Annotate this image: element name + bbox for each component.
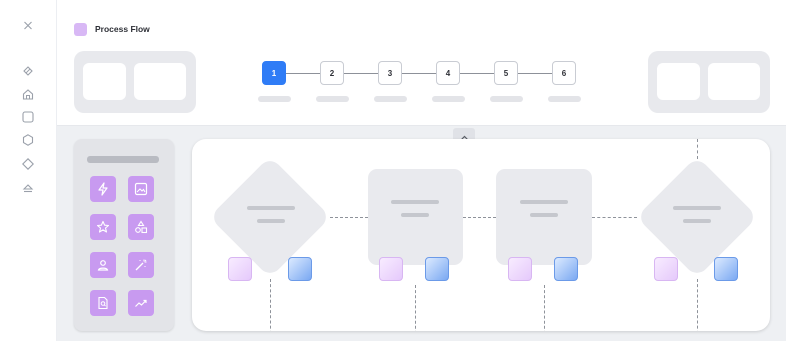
left-placeholder-group	[74, 51, 196, 113]
shape-palette	[74, 139, 174, 331]
node-label-placeholder	[401, 213, 429, 217]
step-6[interactable]: 6	[552, 61, 576, 85]
placeholder-box[interactable]	[708, 63, 760, 100]
user-icon[interactable]	[90, 252, 116, 278]
home-icon[interactable]	[22, 88, 34, 100]
node-label-placeholder	[391, 200, 439, 204]
step-label-placeholder	[316, 96, 349, 102]
input-port[interactable]	[228, 257, 252, 281]
output-port[interactable]	[554, 257, 578, 281]
connector	[592, 217, 637, 218]
placeholder-box[interactable]	[83, 63, 126, 100]
output-port[interactable]	[288, 257, 312, 281]
diamond-icon[interactable]	[22, 158, 34, 170]
output-port[interactable]	[425, 257, 449, 281]
process-node[interactable]	[368, 169, 463, 265]
step-5[interactable]: 5	[494, 61, 518, 85]
page-title: Process Flow	[95, 24, 150, 34]
step-connector	[402, 73, 436, 74]
magic-wand-icon[interactable]	[128, 252, 154, 278]
node-label-placeholder	[673, 206, 721, 210]
input-port[interactable]	[379, 257, 403, 281]
trend-up-icon[interactable]	[128, 290, 154, 316]
star-icon[interactable]	[90, 214, 116, 240]
placeholder-box[interactable]	[134, 63, 186, 100]
lightning-icon[interactable]	[90, 176, 116, 202]
placeholder-box[interactable]	[657, 63, 700, 100]
color-swatch[interactable]	[74, 23, 87, 36]
step-label-placeholder	[432, 96, 465, 102]
node-label-placeholder	[520, 200, 568, 204]
step-label-placeholder	[548, 96, 581, 102]
hexagon-icon[interactable]	[22, 134, 34, 146]
square-icon[interactable]	[22, 111, 34, 123]
connector	[270, 279, 271, 331]
step-3[interactable]: 3	[378, 61, 402, 85]
process-node[interactable]	[496, 169, 592, 265]
connector	[415, 285, 416, 331]
step-connector	[518, 73, 552, 74]
connector	[463, 217, 496, 218]
flow-canvas[interactable]	[192, 139, 770, 331]
connector	[697, 279, 698, 331]
node-label-placeholder	[247, 206, 295, 210]
right-placeholder-group	[648, 51, 770, 113]
image-icon[interactable]	[128, 176, 154, 202]
step-label-placeholder	[490, 96, 523, 102]
shapes-icon[interactable]	[128, 214, 154, 240]
input-port[interactable]	[508, 257, 532, 281]
close-icon[interactable]	[24, 21, 33, 30]
connector	[330, 217, 368, 218]
step-connector	[286, 73, 320, 74]
tag-icon[interactable]	[22, 65, 34, 77]
output-port[interactable]	[714, 257, 738, 281]
tool-sidebar	[0, 0, 57, 341]
step-4[interactable]: 4	[436, 61, 460, 85]
connector	[544, 285, 545, 331]
node-label-placeholder	[683, 219, 711, 223]
step-label-placeholder	[374, 96, 407, 102]
step-2[interactable]: 2	[320, 61, 344, 85]
step-connector	[460, 73, 494, 74]
node-label-placeholder	[530, 213, 558, 217]
step-connector	[344, 73, 378, 74]
node-label-placeholder	[257, 219, 285, 223]
eject-icon[interactable]	[22, 182, 34, 194]
palette-title-placeholder	[87, 156, 159, 163]
input-port[interactable]	[654, 257, 678, 281]
connector	[697, 139, 698, 159]
step-1[interactable]: 1	[262, 61, 286, 85]
document-icon[interactable]	[90, 290, 116, 316]
step-label-placeholder	[258, 96, 291, 102]
